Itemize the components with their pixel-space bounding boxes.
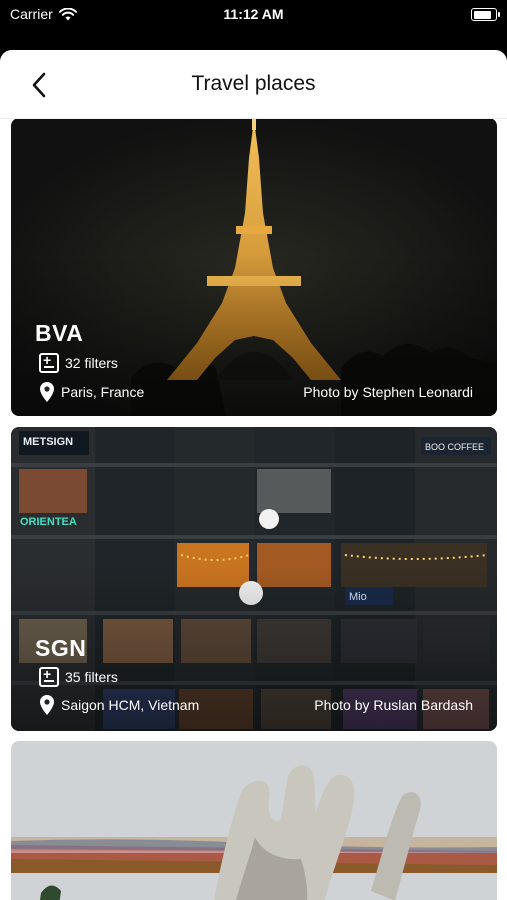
place-card[interactable]: METSIGN ORIENTEA BOO COFFEE Mio SGN 35 f… xyxy=(11,427,497,731)
place-code: BVA xyxy=(35,320,84,346)
status-time: 11:12 AM xyxy=(223,6,284,22)
place-code: SGN xyxy=(35,635,87,661)
filter-count: 32 filters xyxy=(65,355,118,371)
status-bar: Carrier 11:12 AM xyxy=(0,0,507,46)
filter-count-row: 35 filters xyxy=(39,666,118,687)
filter-icon xyxy=(39,352,59,373)
photo-credit: Photo by Stephen Leonardi xyxy=(303,384,473,400)
battery-fill xyxy=(473,10,491,19)
page-title: Travel places xyxy=(191,72,316,95)
location-row: Paris, France xyxy=(39,382,144,402)
place-card[interactable] xyxy=(11,741,497,900)
golden-bridge-photo xyxy=(11,741,497,900)
filter-icon xyxy=(39,666,59,687)
location-row: Saigon HCM, Vietnam xyxy=(39,695,199,715)
photo-credit: Photo by Ruslan Bardash xyxy=(314,697,473,713)
modal-sheet: Travel places BVA + 32 filters Paris, Fr… xyxy=(0,50,507,900)
place-card[interactable]: BVA 32 filters Paris, France Photo by St… xyxy=(11,118,497,416)
filter-count-row: 32 filters xyxy=(39,352,118,373)
location-pin-icon xyxy=(40,695,54,715)
location-label: Saigon HCM, Vietnam xyxy=(61,697,200,713)
location-label: Paris, France xyxy=(61,384,145,400)
filter-count: 35 filters xyxy=(65,669,118,685)
location-pin-icon xyxy=(40,382,54,402)
navigation-bar: Travel places xyxy=(0,50,507,119)
battery-icon xyxy=(471,8,500,21)
